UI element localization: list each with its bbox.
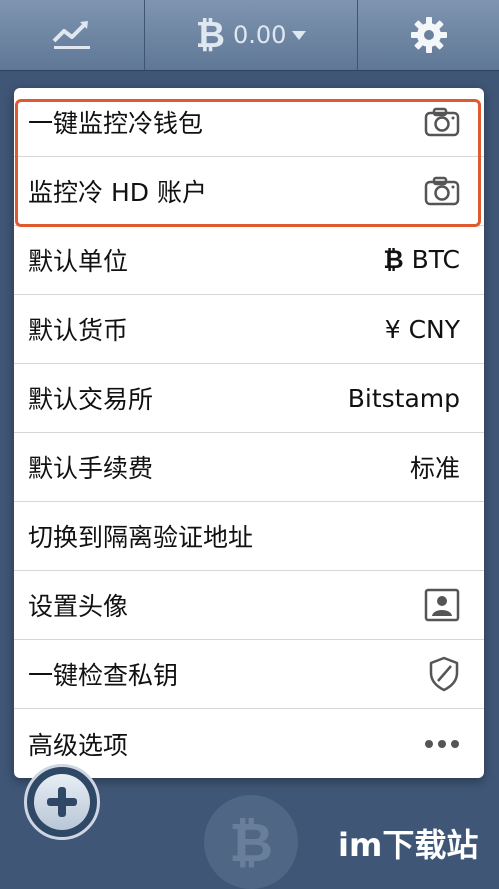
menu-item-set-avatar[interactable]: 设置头像 (14, 571, 484, 640)
default-fee-value: 标准 (409, 454, 460, 483)
top-bar: ₿ 0.00 (0, 0, 499, 71)
settings-menu: 一键监控冷钱包 监控冷 HD 账户 默认单位 ₿ BTC 默认货币 ¥ CNY … (14, 88, 484, 778)
unit-text: BTC (411, 245, 460, 274)
menu-item-label: 监控冷 HD 账户 (28, 178, 207, 207)
chevron-down-icon (292, 30, 307, 40)
menu-item-advanced-options[interactable]: 高级选项 (14, 709, 484, 778)
default-exchange-value: Bitstamp (347, 383, 460, 413)
menu-item-default-currency[interactable]: 默认货币 ¥ CNY (14, 295, 484, 364)
camera-icon (424, 176, 460, 206)
menu-item-label: 高级选项 (28, 730, 129, 760)
menu-item-label: 默认手续费 (28, 454, 154, 483)
menu-item-label: 默认单位 (28, 247, 129, 276)
bitcoin-icon: ₿ (195, 15, 225, 56)
menu-item-switch-segwit[interactable]: 切换到隔离验证地址 (14, 502, 484, 571)
menu-item-check-private-key[interactable]: 一键检查私钥 (14, 640, 484, 709)
menu-item-label: 默认交易所 (28, 385, 154, 414)
menu-item-label: 一键监控冷钱包 (28, 109, 204, 138)
menu-item-label: 默认货币 (28, 316, 129, 345)
bitcoin-icon: ₿ (383, 245, 404, 274)
add-button[interactable] (24, 764, 100, 840)
bitcoin-logo-icon: ₿ (204, 795, 298, 889)
balance-value: 0.00 (232, 21, 287, 49)
menu-item-label: 切换到隔离验证地址 (28, 523, 254, 552)
balance-selector[interactable]: ₿ 0.00 (145, 0, 357, 70)
menu-item-default-unit[interactable]: 默认单位 ₿ BTC (14, 226, 484, 295)
menu-item-default-exchange[interactable]: 默认交易所 Bitstamp (14, 364, 484, 433)
watermark-text: im下载站 (338, 826, 479, 864)
more-dots-icon (425, 739, 459, 748)
default-currency-value: ¥ CNY (384, 314, 460, 344)
trend-chart-icon (52, 21, 90, 49)
menu-item-default-fee[interactable]: 默认手续费 标准 (14, 433, 484, 502)
gear-icon (410, 17, 447, 53)
default-unit-value: ₿ BTC (383, 245, 460, 275)
plus-icon (34, 774, 90, 830)
settings-button[interactable] (358, 0, 499, 70)
chart-button[interactable] (0, 0, 144, 70)
menu-item-label: 设置头像 (28, 592, 129, 621)
portrait-icon (424, 588, 460, 622)
camera-icon (424, 107, 460, 137)
menu-item-monitor-cold-wallet[interactable]: 一键监控冷钱包 (14, 88, 484, 157)
shield-icon (429, 656, 459, 692)
menu-item-monitor-cold-hd-account[interactable]: 监控冷 HD 账户 (14, 157, 484, 226)
menu-item-label: 一键检查私钥 (28, 661, 179, 690)
